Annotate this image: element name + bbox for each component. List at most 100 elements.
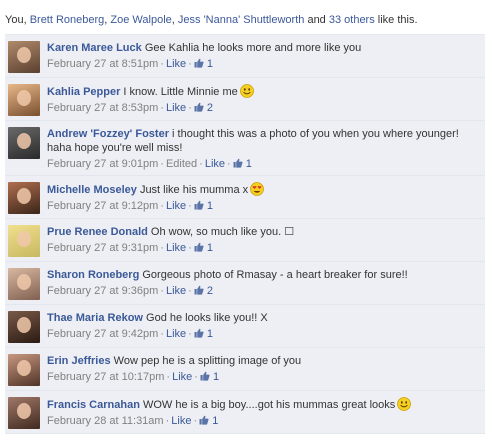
separator-dot: ·: [166, 371, 171, 383]
avatar[interactable]: [8, 41, 40, 73]
avatar-face: [17, 274, 31, 290]
comment-body: Francis Carnahan WOW he is a big boy....…: [47, 396, 480, 428]
avatar-face: [17, 403, 31, 419]
comment-meta: February 27 at 10:17pm · Like · 1: [47, 371, 480, 384]
liker-link[interactable]: Zoe Walpole: [110, 14, 171, 26]
avatar[interactable]: [8, 182, 40, 214]
comment-text-line: Kahlia Pepper I know. Little Minnie me: [47, 84, 480, 99]
comment-author[interactable]: Prue Renee Donald: [47, 226, 148, 238]
comment-author[interactable]: Erin Jeffries: [47, 355, 111, 367]
separator-dot: ·: [188, 200, 192, 212]
like-count[interactable]: 1: [199, 415, 218, 427]
avatar[interactable]: [8, 225, 40, 257]
separator-dot: ·: [160, 200, 164, 212]
comment-text-line: Andrew 'Fozzey' Foster i thought this wa…: [47, 127, 480, 155]
edited-label[interactable]: Edited: [166, 158, 197, 170]
comment-timestamp[interactable]: February 27 at 9:12pm: [47, 200, 158, 212]
comment-author[interactable]: Sharon Roneberg: [47, 269, 139, 281]
like-button[interactable]: Like: [172, 371, 192, 383]
separator-dot: ·: [188, 102, 192, 114]
like-button[interactable]: Like: [166, 58, 186, 70]
comment-timestamp[interactable]: February 27 at 8:53pm: [47, 102, 158, 114]
comment-text-line: Prue Renee Donald Oh wow, so much like y…: [47, 225, 480, 239]
comment-timestamp[interactable]: February 27 at 9:36pm: [47, 285, 158, 297]
likes-prefix: You,: [5, 14, 30, 26]
thumbs-up-icon: [200, 371, 210, 381]
comment-timestamp[interactable]: February 27 at 9:01pm: [47, 158, 158, 170]
thumbs-up-icon: [199, 415, 209, 425]
thumbs-up-icon: [194, 242, 204, 252]
comment-item: Erin Jeffries Wow pep he is a splitting …: [5, 348, 485, 391]
comment-author[interactable]: Karen Maree Luck: [47, 42, 142, 54]
avatar[interactable]: [8, 268, 40, 300]
thumbs-up-icon: [194, 58, 204, 68]
like-count-value: 2: [206, 285, 214, 297]
comment-list: Karen Maree Luck Gee Kahlia he looks mor…: [5, 35, 485, 434]
like-button[interactable]: Like: [166, 242, 186, 254]
like-count-value: 1: [245, 158, 252, 170]
avatar-face: [17, 360, 31, 376]
like-count[interactable]: 1: [194, 200, 213, 212]
comment-timestamp[interactable]: February 27 at 8:51pm: [47, 58, 158, 70]
like-button[interactable]: Like: [166, 285, 186, 297]
separator-dot: ·: [160, 328, 164, 340]
comment-text: God he looks like you!! X: [146, 312, 268, 324]
comment-text: Gorgeous photo of Rmasay - a heart break…: [142, 269, 408, 281]
comment-item: Andrew 'Fozzey' Foster i thought this wa…: [5, 121, 485, 176]
comment-timestamp[interactable]: February 27 at 10:17pm: [47, 371, 164, 383]
like-count[interactable]: 1: [194, 242, 213, 254]
comment-meta: February 27 at 9:01pm · Edited · Like · 1: [47, 158, 480, 171]
avatar[interactable]: [8, 127, 40, 159]
liker-link[interactable]: Brett Roneberg: [30, 14, 105, 26]
like-button[interactable]: Like: [166, 102, 186, 114]
comment-text-line: Thae Maria Rekow God he looks like you!!…: [47, 311, 480, 325]
avatar[interactable]: [8, 311, 40, 343]
avatar[interactable]: [8, 354, 40, 386]
comment-item: Francis Carnahan WOW he is a big boy....…: [5, 391, 485, 434]
avatar[interactable]: [8, 397, 40, 429]
avatar-face: [17, 47, 31, 63]
comment-timestamp[interactable]: February 27 at 9:42pm: [47, 328, 158, 340]
comment-author[interactable]: Francis Carnahan: [47, 399, 140, 411]
like-count[interactable]: 1: [194, 58, 213, 70]
likes-summary: You, Brett Roneberg, Zoe Walpole, Jess '…: [5, 8, 485, 35]
like-count-value: 1: [206, 242, 214, 254]
comment-author[interactable]: Thae Maria Rekow: [47, 312, 143, 324]
comment-body: Michelle Moseley Just like his mumma x Fe…: [47, 181, 480, 213]
separator-dot: ·: [188, 328, 192, 340]
others-link[interactable]: 33 others: [329, 14, 375, 26]
avatar[interactable]: [8, 84, 40, 116]
separator-dot: ·: [227, 158, 231, 170]
like-count[interactable]: 1: [194, 328, 213, 340]
separator-dot: ·: [188, 242, 192, 254]
thumbs-up-icon: [194, 328, 204, 338]
liker-link[interactable]: Jess 'Nanna' Shuttleworth: [178, 14, 305, 26]
separator-dot: ·: [199, 158, 203, 170]
comment-author[interactable]: Michelle Moseley: [47, 184, 137, 196]
like-count-value: 1: [206, 328, 214, 340]
comment-meta: February 27 at 9:36pm · Like · 2: [47, 285, 480, 298]
like-count[interactable]: 2: [194, 102, 213, 114]
like-count-value: 2: [206, 102, 214, 114]
like-button[interactable]: Like: [171, 415, 191, 427]
separator-dot: ·: [188, 285, 192, 297]
like-count[interactable]: 1: [200, 371, 219, 383]
comment-body: Karen Maree Luck Gee Kahlia he looks mor…: [47, 40, 480, 71]
comment-item: Karen Maree Luck Gee Kahlia he looks mor…: [5, 35, 485, 78]
comment-timestamp[interactable]: February 27 at 9:31pm: [47, 242, 158, 254]
comment-body: Thae Maria Rekow God he looks like you!!…: [47, 310, 480, 341]
like-count[interactable]: 2: [194, 285, 213, 297]
likes-suffix: like this.: [374, 14, 418, 26]
comment-body: Andrew 'Fozzey' Foster i thought this wa…: [47, 126, 480, 171]
avatar-face: [17, 317, 31, 333]
like-button[interactable]: Like: [166, 200, 186, 212]
like-button[interactable]: Like: [166, 328, 186, 340]
like-count[interactable]: 1: [233, 158, 252, 170]
thumbs-up-icon: [194, 200, 204, 210]
like-button[interactable]: Like: [205, 158, 225, 170]
comment-author[interactable]: Andrew 'Fozzey' Foster: [47, 128, 169, 140]
comment-item: Sharon Roneberg Gorgeous photo of Rmasay…: [5, 262, 485, 305]
comment-timestamp[interactable]: February 28 at 11:31am: [47, 415, 164, 427]
comment-text: WOW he is a big boy....got his mummas gr…: [142, 399, 396, 411]
comment-author[interactable]: Kahlia Pepper: [47, 86, 120, 98]
